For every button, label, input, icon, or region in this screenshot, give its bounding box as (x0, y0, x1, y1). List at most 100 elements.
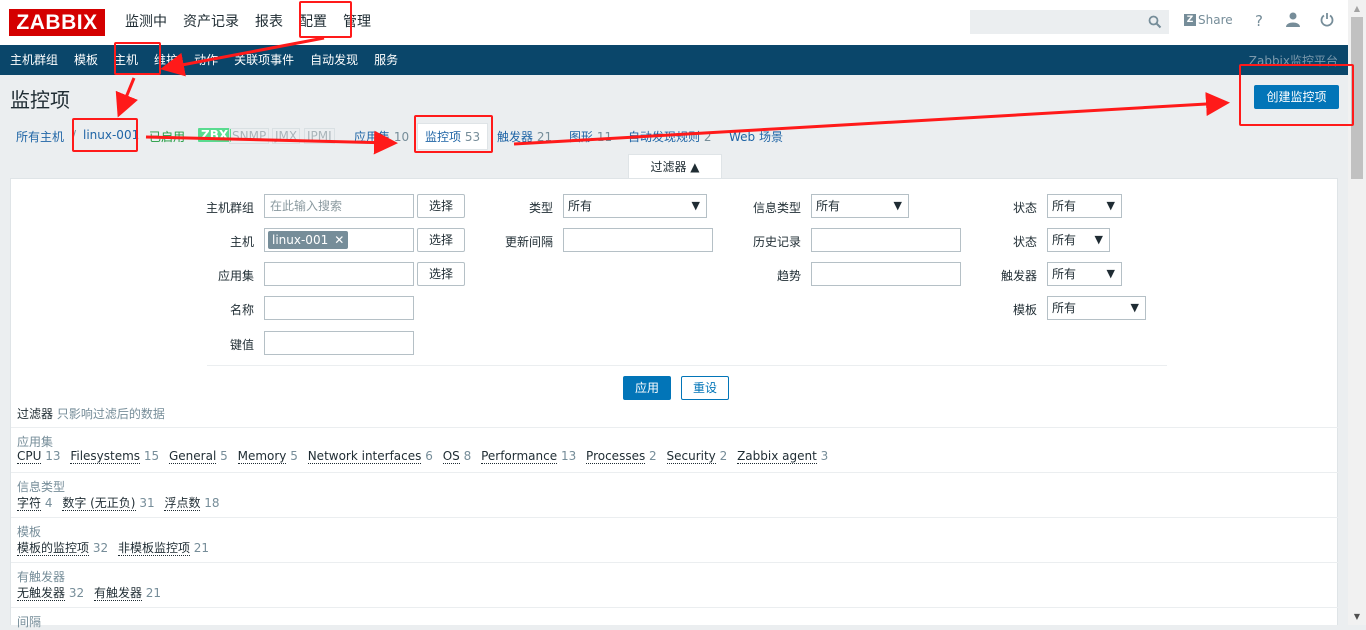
filter-divider (207, 365, 1167, 366)
crumb-applications[interactable]: 应用集 10 (354, 128, 409, 145)
label-application: 应用集 (217, 269, 254, 283)
application-input[interactable] (264, 262, 414, 286)
subfilter-item[interactable]: Network interfaces (307, 449, 422, 464)
subfilter-item[interactable]: CPU (17, 449, 42, 464)
server-brand: Zabbix监控平台 (1248, 54, 1338, 68)
nav-monitoring[interactable]: 监测中 (117, 0, 175, 45)
scroll-up-icon[interactable]: ▲ (1348, 0, 1366, 17)
chevron-down-icon: ▼ (1106, 199, 1115, 212)
subfilter-item[interactable]: 数字 (无正负) (62, 496, 136, 511)
crumb-discovery-label[interactable]: 自动发现规则 (628, 130, 700, 144)
subfilter-item[interactable]: 模板的监控项 (17, 541, 90, 556)
submenu-templates[interactable]: 模板 (66, 45, 106, 75)
create-item-button[interactable]: 创建监控项 (1254, 85, 1339, 109)
host-status-enabled[interactable]: 已启用 (149, 128, 185, 145)
subfilter-item[interactable]: 非模板监控项 (117, 541, 190, 556)
logout-icon[interactable] (1318, 12, 1336, 32)
info-type-select-value: 所有 (816, 199, 841, 213)
state-select[interactable]: 所有 ▼ (1047, 228, 1110, 252)
crumb-applications-count: 10 (393, 130, 410, 144)
host-group-search-input[interactable]: 在此输入搜索 (264, 194, 414, 218)
subfilter-item[interactable]: 字符 (17, 496, 42, 511)
search-icon[interactable] (1148, 15, 1162, 32)
chevron-down-icon: ▼ (691, 199, 700, 212)
crumb-items-count: 53 (464, 130, 481, 144)
submenu-event-correlation[interactable]: 关联项事件 (226, 45, 302, 75)
label-info-type: 信息类型 (752, 201, 801, 215)
host-select-button[interactable]: 选择 (417, 228, 465, 252)
user-profile-icon[interactable] (1284, 12, 1302, 32)
crumb-graphs[interactable]: 图形 11 (569, 128, 612, 145)
crumb-triggers-label[interactable]: 触发器 (497, 130, 533, 144)
status-select[interactable]: 所有 ▼ (1047, 194, 1122, 218)
nav-configuration[interactable]: 配置 (291, 0, 335, 45)
host-group-select-button[interactable]: 选择 (417, 194, 465, 218)
key-input[interactable] (264, 331, 414, 355)
subfilter-group-title: 有触发器 (17, 570, 66, 584)
subfilter-count: 2 (719, 449, 728, 463)
crumb-host[interactable]: linux-001 (83, 128, 139, 142)
subfilter-item[interactable]: Memory (237, 449, 287, 464)
history-input[interactable] (811, 228, 961, 252)
name-input[interactable] (264, 296, 414, 320)
top-bar: ZABBIX 监测中 资产记录 报表 配置 管理 Z Share ? (0, 0, 1366, 45)
crumb-triggers[interactable]: 触发器 21 (497, 128, 552, 145)
crumb-web-scenarios[interactable]: Web 场景 (729, 130, 783, 144)
crumb-discovery-rules[interactable]: 自动发现规则 2 (628, 128, 711, 145)
nav-administration[interactable]: 管理 (335, 0, 379, 45)
crumb-graphs-label[interactable]: 图形 (569, 130, 593, 144)
template-select[interactable]: 所有 ▼ (1047, 296, 1146, 320)
nav-inventory[interactable]: 资产记录 (175, 0, 247, 45)
triggers-select[interactable]: 所有 ▼ (1047, 262, 1122, 286)
subfilter-item[interactable]: Performance (481, 449, 558, 464)
submenu-host-groups[interactable]: 主机群组 (2, 45, 66, 75)
info-type-select[interactable]: 所有 ▼ (811, 194, 909, 218)
subfilter-item[interactable]: General (169, 449, 217, 464)
scrollbar-thumb[interactable] (1351, 17, 1363, 179)
subfilter-item[interactable]: Zabbix agent (737, 449, 817, 464)
help-icon[interactable]: ? (1250, 12, 1268, 32)
global-search-input[interactable] (970, 10, 1169, 34)
subfilter-item[interactable]: OS (442, 449, 460, 464)
scroll-down-icon[interactable]: ▼ (1348, 608, 1366, 625)
subfilter-group-template: 模板 模板的监控项 32 非模板监控项 21 (11, 517, 1339, 562)
crumb-applications-label[interactable]: 应用集 (354, 130, 390, 144)
type-select[interactable]: 所有 ▼ (563, 194, 707, 218)
host-multiselect-input[interactable]: linux-001 ✕ (264, 228, 414, 252)
state-select-value: 所有 (1052, 233, 1077, 247)
trends-input[interactable] (811, 262, 961, 286)
update-interval-input[interactable] (563, 228, 713, 252)
crumb-all-hosts[interactable]: 所有主机 (16, 130, 64, 144)
zabbix-logo[interactable]: ZABBIX (9, 9, 105, 36)
crumb-items-label[interactable]: 监控项 (425, 130, 461, 144)
application-select-button[interactable]: 选择 (417, 262, 465, 286)
subfilter-item[interactable]: Security (666, 449, 716, 464)
subfilter-item[interactable]: Filesystems (70, 449, 141, 464)
subfilter-item[interactable]: 无触发器 (17, 586, 66, 601)
reset-button[interactable]: 重设 (681, 376, 729, 400)
apply-button[interactable]: 应用 (623, 376, 671, 400)
submenu-actions[interactable]: 动作 (186, 45, 226, 75)
submenu-services[interactable]: 服务 (366, 45, 406, 75)
filter-toggle-tab[interactable]: 过滤器 ▲ (628, 154, 722, 179)
subfilter-group-interval: 间隔 (11, 607, 1339, 629)
submenu-maintenance[interactable]: 维护 (146, 45, 186, 75)
subfilter-item[interactable]: 有触发器 (93, 586, 142, 601)
crumb-items[interactable]: 监控项 53 (417, 123, 489, 150)
remove-icon[interactable]: ✕ (334, 233, 344, 247)
label-host-group: 主机群组 (205, 201, 254, 215)
label-history: 历史记录 (752, 235, 801, 249)
subfilter-item[interactable]: Processes (586, 449, 646, 464)
subfilter-item[interactable]: 浮点数 (164, 496, 201, 511)
nav-reports[interactable]: 报表 (247, 0, 291, 45)
share-icon: Z (1184, 14, 1196, 26)
subfilter-items: 字符 4 数字 (无正负) 31 浮点数 18 (17, 494, 226, 511)
label-update-interval: 更新间隔 (504, 235, 553, 249)
filter-panel: 主机群组 在此输入搜索 选择 主机 linux-001 ✕ 选择 应用集 选择 名… (10, 178, 1339, 629)
page-scrollbar[interactable]: ▲ ▼ (1348, 0, 1366, 625)
share-link[interactable]: Z Share (1184, 13, 1233, 27)
submenu-hosts[interactable]: 主机 (106, 45, 146, 75)
subfilter-count: 32 (92, 541, 109, 555)
submenu-discovery[interactable]: 自动发现 (302, 45, 366, 75)
config-submenu: 主机群组 模板 主机 维护 动作 关联项事件 自动发现 服务 Zabbix监控平… (0, 45, 1348, 75)
